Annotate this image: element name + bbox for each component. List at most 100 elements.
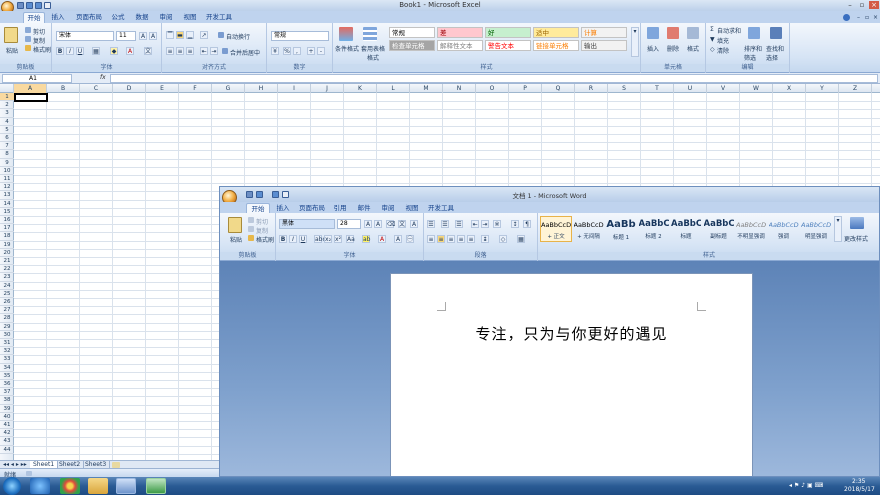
word-multilevel-button[interactable]: ☰ (455, 220, 463, 228)
excel-row-header-9[interactable]: 9 (0, 159, 14, 167)
excel-column-header-Q[interactable]: Q (542, 84, 575, 93)
excel-column-header-T[interactable]: T (641, 84, 674, 93)
excel-format-cells-icon[interactable] (687, 27, 699, 39)
excel-comma-button[interactable]: , (293, 47, 301, 55)
word-line-spacing-button[interactable]: ↨ (481, 235, 489, 243)
word-style-9[interactable]: AaBbCcDd 明显强调 (800, 216, 832, 242)
excel-sort-filter-icon[interactable] (748, 27, 760, 39)
excel-autosum-icon[interactable]: Σ (710, 26, 714, 33)
excel-align-right-button[interactable]: ≡ (186, 47, 194, 55)
excel-row-header-41[interactable]: 41 (0, 421, 14, 430)
word-font-size-box[interactable]: 28 (337, 219, 361, 229)
excel-row-header-7[interactable]: 7 (0, 142, 14, 151)
excel-row-header-13[interactable]: 13 (0, 191, 14, 200)
excel-paste-icon[interactable] (4, 27, 18, 43)
excel-format-cells-label[interactable]: 格式 (687, 44, 699, 53)
word-decrease-indent-button[interactable]: ⇤ (471, 220, 479, 228)
excel-row-header-5[interactable]: 5 (0, 126, 14, 134)
excel-find-select-label[interactable]: 查找和选择 (766, 44, 786, 62)
excel-merge-center-icon[interactable] (222, 48, 228, 54)
word-copy-icon[interactable] (248, 226, 254, 232)
excel-cell-style-6[interactable]: 检查单元格 (389, 40, 435, 51)
word-strikethrough-button[interactable]: abc (314, 235, 326, 243)
excel-column-header-Y[interactable]: Y (806, 84, 839, 93)
excel-clear-icon[interactable]: ◇ (710, 46, 715, 53)
excel-column-header-A[interactable]: A (14, 84, 47, 93)
excel-paste-label[interactable]: 粘贴 (6, 46, 18, 55)
tray-icons[interactable]: ◂ ⚑ ♪ ▣ ⌨ (789, 482, 823, 489)
excel-maximize-button[interactable]: ▫ (857, 1, 867, 9)
excel-conditional-format-label[interactable]: 条件格式 (335, 44, 359, 53)
word-paste-label[interactable]: 粘贴 (230, 235, 242, 244)
excel-cell-style-1[interactable]: 常规 (389, 27, 435, 38)
excel-italic-button[interactable]: I (66, 47, 74, 55)
word-change-case-button[interactable]: Aa (346, 235, 355, 243)
excel-row-header-16[interactable]: 16 (0, 216, 14, 225)
excel-autosum-label[interactable]: 自动求和 (717, 26, 741, 35)
excel-row-header-1[interactable]: 1 (0, 93, 14, 102)
excel-column-header-P[interactable]: P (509, 84, 542, 93)
excel-wrap-text-label[interactable]: 自动换行 (226, 32, 250, 41)
excel-row-header-35[interactable]: 35 (0, 372, 14, 380)
excel-align-bottom-button[interactable]: ▁ (186, 31, 194, 39)
excel-grow-font-button[interactable]: A (139, 32, 147, 40)
excel-tab-view[interactable]: 视图 (180, 12, 200, 23)
excel-column-header-R[interactable]: R (575, 84, 608, 93)
excel-row-header-28[interactable]: 28 (0, 314, 14, 323)
excel-row-header-20[interactable]: 20 (0, 249, 14, 257)
excel-row-header-36[interactable]: 36 (0, 380, 14, 389)
word-char-shading-button[interactable]: A (394, 235, 402, 243)
excel-column-header-F[interactable]: F (179, 84, 212, 93)
excel-column-header-Z[interactable]: Z (839, 84, 872, 93)
excel-cut-icon[interactable] (25, 27, 31, 33)
excel-orientation-button[interactable]: ↗ (200, 31, 208, 39)
excel-tab-data[interactable]: 数据 (132, 12, 152, 23)
excel-row-header-15[interactable]: 15 (0, 208, 14, 216)
excel-row-header-11[interactable]: 11 (0, 175, 14, 184)
excel-font-color-button[interactable]: A (126, 47, 134, 55)
excel-row-header-4[interactable]: 4 (0, 118, 14, 126)
word-page[interactable]: 专注，只为与你更好的遇见 (390, 273, 753, 476)
excel-minimize-button[interactable]: – (845, 1, 855, 9)
excel-row-header-14[interactable]: 14 (0, 200, 14, 208)
excel-column-header-J[interactable]: J (311, 84, 344, 93)
excel-align-top-button[interactable]: ▔ (166, 31, 174, 39)
excel-row-header-19[interactable]: 19 (0, 241, 14, 249)
excel-conditional-format-icon[interactable] (339, 27, 353, 41)
excel-underline-button[interactable]: U (76, 47, 84, 55)
excel-row-header-22[interactable]: 22 (0, 265, 14, 274)
excel-fx-icon[interactable]: fx (100, 74, 106, 81)
word-clear-format-button[interactable]: ⌫ (386, 220, 395, 228)
taskbar-date[interactable]: 2018/5/17 (844, 486, 875, 493)
excel-cell-style-2[interactable]: 差 (437, 27, 483, 38)
excel-column-header-N[interactable]: N (443, 84, 476, 93)
word-align-left-button[interactable]: ≡ (427, 235, 435, 243)
excel-tab-page-layout[interactable]: 页面布局 (73, 12, 105, 23)
excel-row-header-43[interactable]: 43 (0, 437, 14, 446)
excel-row-header-27[interactable]: 27 (0, 306, 14, 315)
excel-decrease-decimal-button[interactable]: - (317, 47, 325, 55)
excel-cut-label[interactable]: 剪切 (33, 27, 45, 36)
word-style-6[interactable]: AaBbC 副标题 (703, 216, 735, 242)
excel-column-header-S[interactable]: S (608, 84, 641, 93)
word-subscript-button[interactable]: x₂ (324, 235, 332, 243)
excel-row-header-42[interactable]: 42 (0, 429, 14, 438)
taskbar-ie-icon[interactable] (30, 478, 50, 494)
excel-column-header-D[interactable]: D (113, 84, 146, 93)
excel-row-header-23[interactable]: 23 (0, 273, 14, 282)
word-sort-button[interactable]: ↕ (511, 220, 519, 228)
excel-format-painter-label[interactable]: 格式刷 (33, 45, 51, 54)
start-button[interactable] (3, 477, 21, 495)
word-styles-scroll-button[interactable]: ▾ (834, 216, 842, 242)
word-style-1[interactable]: AaBbCcDd + 正文 (540, 216, 572, 242)
word-bullets-button[interactable]: ☰ (427, 220, 435, 228)
excel-tab-insert[interactable]: 插入 (47, 12, 69, 23)
word-show-marks-button[interactable]: ¶ (523, 220, 531, 228)
excel-help-icon[interactable] (843, 14, 850, 21)
excel-insert-cells-label[interactable]: 插入 (647, 44, 659, 53)
excel-row-header-31[interactable]: 31 (0, 339, 14, 348)
word-superscript-button[interactable]: x² (334, 235, 342, 243)
excel-tab-review[interactable]: 审阅 (156, 12, 176, 23)
excel-row-header-39[interactable]: 39 (0, 405, 14, 413)
taskbar-chrome-icon[interactable] (60, 478, 80, 494)
